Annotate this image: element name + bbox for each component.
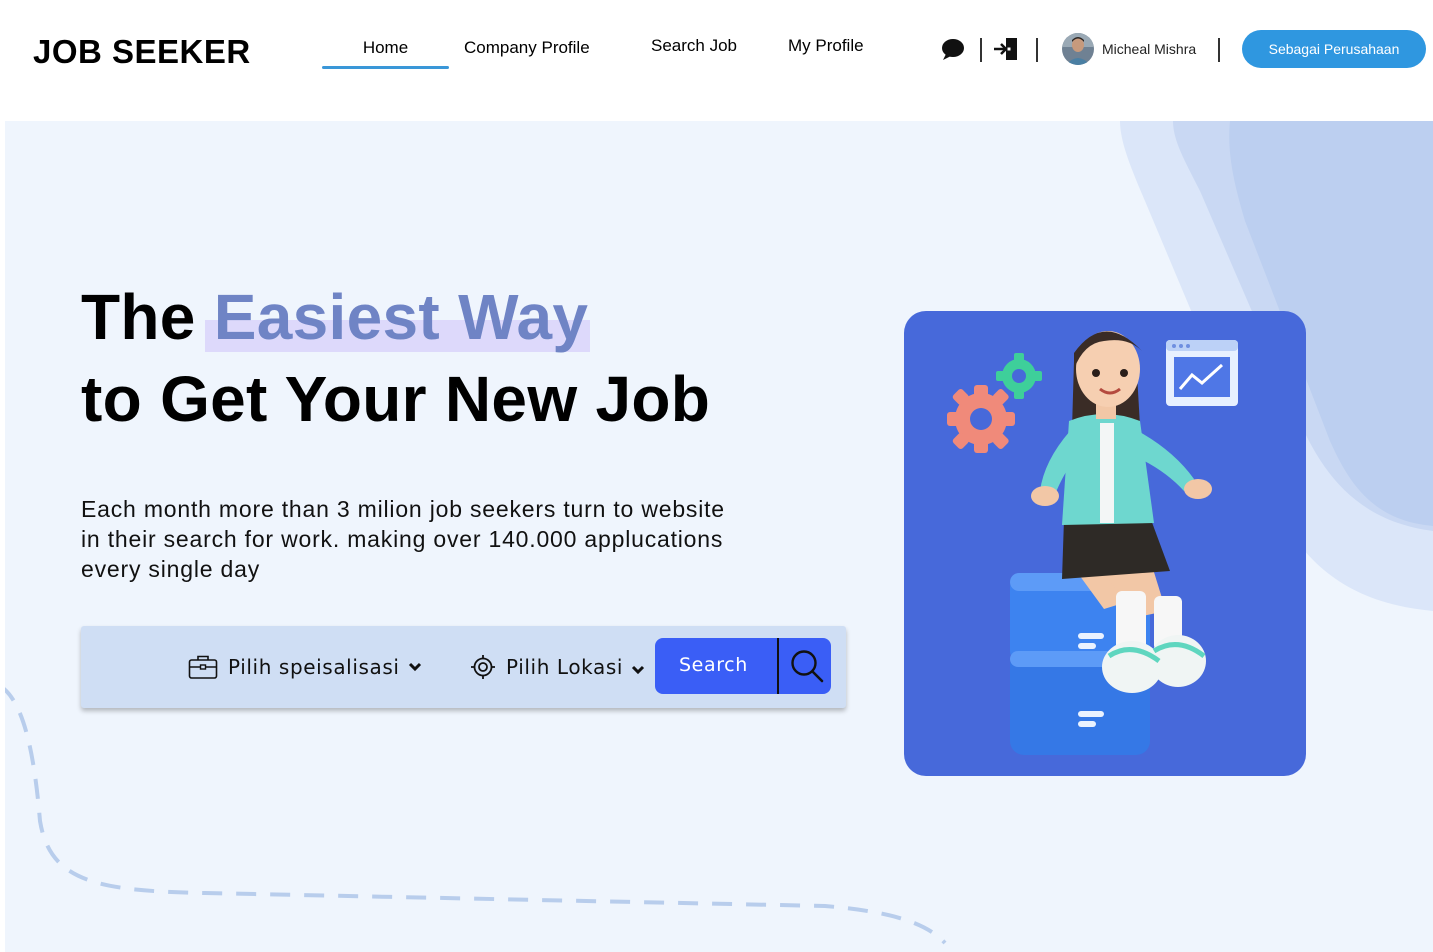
specialization-select[interactable]: Pilih speisalisasi [188,650,422,684]
nav-active-underline [322,66,449,69]
hero-description: Each month more than 3 milion job seeker… [81,496,725,582]
nav-company-profile[interactable]: Company Profile [464,38,590,58]
top-navbar: JOB SEEKER Home Company Profile Search J… [0,0,1433,121]
search-button-divider [777,638,779,694]
headline-prefix: The [81,281,196,353]
woman-sitting-illustration [947,331,1238,755]
headline-line-1: The Easiest Way [81,276,710,358]
header-divider [1218,38,1220,62]
nav-my-profile[interactable]: My Profile [788,36,864,56]
logout-icon[interactable] [993,35,1021,63]
chevron-down-icon [408,662,421,672]
user-name[interactable]: Micheal Mishra [1102,41,1196,57]
search-button-label: Search [679,654,748,676]
chevron-down-icon [631,665,645,675]
chart-window-icon [1166,340,1238,406]
nav-home[interactable]: Home [322,38,449,58]
headline-highlight-text: Easiest Way [213,281,589,353]
company-mode-button[interactable]: Sebagai Perusahaan [1242,30,1426,68]
hero-headline: The Easiest Way to Get Your New Job [81,276,710,440]
nav-search-job[interactable]: Search Job [651,36,737,56]
header-divider [980,38,982,62]
search-button[interactable]: Search [655,638,831,694]
chat-icon[interactable] [939,35,967,63]
headline-highlight: Easiest Way [204,276,591,358]
target-icon [471,655,495,679]
header-divider [1036,38,1038,62]
location-label: Pilih Lokasi [506,655,624,679]
avatar[interactable] [1062,33,1094,65]
magnifier-icon [791,650,824,683]
job-search-bar: Pilih speisalisasi Pilih Lokasi Search [81,626,846,708]
gear-icon [947,385,1015,453]
hero-illustration [904,311,1306,776]
headline-line-2: to Get Your New Job [81,363,711,435]
location-select[interactable]: Pilih Lokasi [470,650,645,684]
specialization-label: Pilih speisalisasi [228,655,400,679]
site-logo[interactable]: JOB SEEKER [33,33,251,71]
hero-section: The Easiest Way to Get Your New Job Each… [5,121,1433,952]
briefcase-icon [188,655,218,679]
